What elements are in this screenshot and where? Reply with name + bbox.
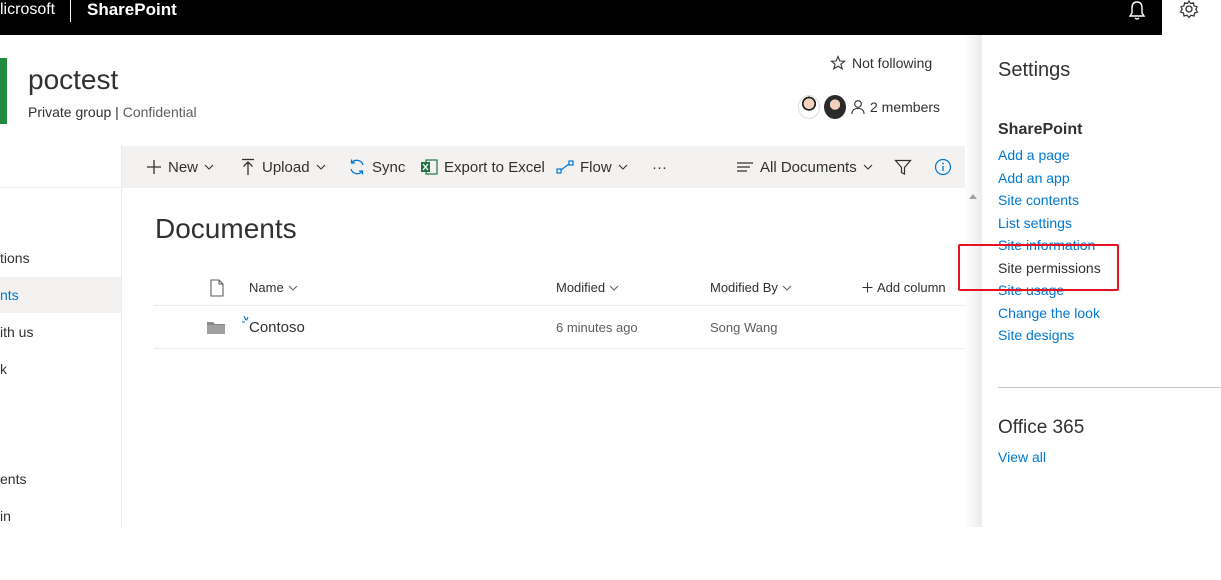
modified-cell: 6 minutes ago: [556, 319, 638, 335]
sharepoint-section-heading: SharePoint: [998, 121, 1083, 138]
gear-icon: [1179, 0, 1199, 19]
site-designs-link[interactable]: Site designs: [998, 327, 1074, 343]
chevron-down-icon: [618, 164, 628, 170]
star-icon: [830, 55, 846, 71]
view-selector[interactable]: All Documents: [736, 146, 873, 188]
column-header-modified-by[interactable]: Modified By: [710, 270, 792, 305]
nav-item[interactable]: k: [0, 351, 121, 387]
site-privacy: Private group: [28, 104, 112, 120]
new-label: New: [168, 158, 199, 176]
follow-label: Not following: [852, 55, 933, 71]
list-settings-link[interactable]: List settings: [998, 215, 1072, 231]
command-bar: New Upload Sync Export to Excel Flow ···…: [122, 146, 965, 188]
add-column-label: Add column: [877, 280, 946, 295]
file-icon: [210, 278, 224, 297]
chevron-down-icon: [316, 164, 325, 170]
person-icon: [851, 100, 865, 115]
plus-icon: [862, 282, 873, 293]
file-type-header[interactable]: [209, 270, 225, 305]
annotation-highlight-box: [958, 244, 1119, 291]
nav-item[interactable]: tions: [0, 240, 121, 276]
members-button[interactable]: 2 members: [798, 93, 940, 121]
flow-button[interactable]: Flow: [556, 146, 628, 188]
column-name-label: Name: [249, 280, 284, 295]
chevron-down-icon: [863, 164, 873, 170]
upload-label: Upload: [262, 158, 310, 176]
sync-button[interactable]: Sync: [348, 146, 405, 188]
microsoft-brand[interactable]: licrosoft: [0, 0, 55, 20]
library-title: Documents: [155, 213, 297, 244]
new-button[interactable]: New: [146, 146, 214, 188]
brand-separator: [70, 0, 71, 22]
nav-item[interactable]: ith us: [0, 314, 121, 350]
view-list-icon: [737, 162, 753, 172]
follow-button[interactable]: Not following: [830, 55, 932, 71]
column-header-name[interactable]: Name: [249, 270, 298, 305]
nav-item-documents[interactable]: nts: [0, 277, 121, 313]
change-the-look-link[interactable]: Change the look: [998, 305, 1100, 321]
upload-icon: [242, 158, 254, 175]
export-label: Export to Excel: [444, 158, 545, 176]
file-name-link[interactable]: Contoso: [249, 306, 305, 348]
left-navigation: tions nts ith us k ents in: [0, 145, 122, 527]
sync-label: Sync: [372, 158, 406, 176]
flow-label: Flow: [580, 158, 612, 176]
site-separator: |: [115, 104, 119, 120]
members-label: 2 members: [870, 99, 941, 115]
column-modified-by-label: Modified By: [710, 280, 778, 295]
view-label: All Documents: [760, 158, 857, 176]
folder-icon: [206, 306, 226, 348]
avatar: [824, 95, 846, 119]
chevron-down-icon: [288, 285, 298, 291]
nav-divider: [0, 187, 122, 188]
flow-icon: [556, 160, 574, 174]
column-modified-label: Modified: [556, 280, 606, 295]
office-365-section-heading: Office 365: [998, 417, 1085, 438]
chevron-down-icon: [204, 164, 214, 170]
page-bottom-area: [0, 527, 1221, 580]
upload-button[interactable]: Upload: [240, 146, 326, 188]
column-header-modified[interactable]: Modified: [556, 270, 619, 305]
row-divider: [154, 348, 965, 349]
avatar: [798, 95, 820, 119]
filter-icon: [894, 159, 912, 175]
filter-button[interactable]: [894, 146, 912, 188]
chevron-down-icon: [782, 285, 792, 291]
suite-bar: licrosoft SharePoint: [0, 0, 1221, 35]
site-classification: Confidential: [122, 104, 197, 120]
site-logo-bar: [0, 58, 7, 124]
nav-item[interactable]: ents: [0, 461, 121, 497]
add-a-page-link[interactable]: Add a page: [998, 147, 1070, 163]
site-subtitle: Private group | Confidential: [28, 104, 197, 120]
settings-gear-button[interactable]: [1162, 0, 1221, 35]
sync-icon: [350, 159, 364, 175]
bell-icon[interactable]: [1126, 0, 1148, 22]
more-icon: ···: [652, 158, 667, 176]
export-to-excel-button[interactable]: Export to Excel: [420, 146, 545, 188]
more-button[interactable]: ···: [652, 146, 667, 188]
panel-divider: [998, 387, 1221, 388]
app-name[interactable]: SharePoint: [87, 0, 177, 20]
site-title[interactable]: poctest: [28, 64, 118, 96]
chevron-down-icon: [609, 285, 619, 291]
site-contents-link[interactable]: Site contents: [998, 192, 1079, 208]
info-button[interactable]: [934, 146, 952, 188]
modified-by-cell[interactable]: Song Wang: [710, 306, 777, 348]
view-all-link[interactable]: View all: [998, 449, 1046, 465]
info-icon: [934, 158, 952, 176]
add-an-app-link[interactable]: Add an app: [998, 170, 1070, 186]
add-column-button[interactable]: Add column: [862, 270, 946, 305]
excel-icon: [421, 159, 438, 175]
settings-title: Settings: [998, 59, 1071, 81]
plus-icon: [147, 160, 161, 174]
